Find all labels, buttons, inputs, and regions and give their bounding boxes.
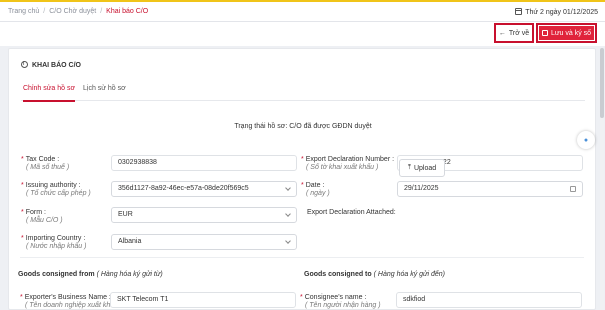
- importing-country-label-text: Importing Country :: [25, 235, 86, 242]
- required-marker: *: [21, 182, 24, 189]
- breadcrumb-separator: /: [100, 8, 103, 15]
- upload-button-label: Upload: [413, 164, 437, 172]
- consignee-name-label: * Consignee's name : ( Tên người nhận hàn…: [300, 294, 381, 310]
- date-text: Thứ 2 ngày 01/12/2025: [525, 9, 598, 16]
- tab-bar: Chỉnh sửa hồ sơ Lịch sử hồ sơ: [21, 83, 585, 102]
- export-declaration-number-label-text: Export Declaration Number :: [305, 156, 395, 163]
- upload-button[interactable]: ⤒ Upload: [399, 159, 445, 177]
- export-declaration-number-label: * Export Declaration Number : ( Số tờ kha…: [301, 156, 394, 172]
- form-type-sublabel: ( Mẫu C/O ): [26, 217, 63, 224]
- date-picker[interactable]: 29/11/2025: [397, 181, 583, 197]
- required-marker: *: [21, 156, 24, 163]
- form-type-value: EUR: [118, 211, 133, 218]
- droplet-icon: ●: [583, 136, 589, 144]
- exporter-name-field[interactable]: SKT Telecom T1: [110, 292, 296, 308]
- required-marker: *: [20, 294, 23, 301]
- required-marker: *: [300, 294, 303, 301]
- calendar-icon: [570, 186, 576, 192]
- exporter-name-label-text: Exporter's Business Name :: [24, 294, 111, 301]
- save-and-sign-button[interactable]: Lưu và ký số: [536, 23, 597, 43]
- back-button-label: Trở về: [508, 29, 530, 37]
- form-type-label-text: Form :: [25, 209, 46, 216]
- issuing-authority-sublabel: ( Tổ chức cấp phép ): [26, 190, 91, 197]
- scrollbar-thumb[interactable]: [600, 48, 604, 118]
- tab-record-history[interactable]: Lịch sử hồ sơ: [83, 85, 126, 92]
- issuing-authority-select[interactable]: 356d1127-8a92-46ec-e57a-08de20f569c5: [111, 181, 297, 197]
- issuing-authority-label: * Issuing authority : ( Tổ chức cấp phép …: [21, 182, 91, 198]
- date-label-text: Date :: [305, 182, 325, 189]
- importing-country-value: Albania: [118, 238, 142, 245]
- goods-from-title: Goods consigned from ( Hàng hóa ký gửi t…: [18, 271, 163, 278]
- current-date: Thứ 2 ngày 01/12/2025: [515, 8, 598, 16]
- consignee-name-field[interactable]: sdkfiod: [396, 292, 582, 308]
- chevron-down-icon: [285, 211, 291, 217]
- export-declaration-number-sublabel: ( Số tờ khai xuất khẩu ): [306, 164, 379, 171]
- breadcrumb-parent[interactable]: C/O Chờ duyệt: [49, 8, 96, 15]
- save-icon: [541, 30, 548, 36]
- goods-to-subtitle: ( Hàng hóa ký gửi đến): [373, 271, 445, 278]
- upload-icon: ⤒: [407, 164, 411, 171]
- header-bar: Trang chủ / C/O Chờ duyệt / Khai báo C/O Thứ…: [0, 2, 605, 22]
- back-button[interactable]: ← Trở về: [494, 23, 534, 43]
- exporter-name-label: * Exporter's Business Name : ( Tên doanh …: [20, 294, 118, 310]
- calendar-icon: [515, 8, 523, 15]
- exporter-name-sublabel: ( Tên doanh nghiệp xuất khẩu: [25, 302, 119, 309]
- issuing-authority-label-text: Issuing authority :: [25, 182, 81, 189]
- goods-to-title-text: Goods consigned to: [304, 271, 372, 278]
- date-label: * Date : ( ngày ): [301, 182, 330, 198]
- assistant-float-button[interactable]: ●: [577, 131, 595, 149]
- date-sublabel: ( ngày ): [306, 190, 330, 197]
- goods-to-title: Goods consigned to ( Hàng hóa ký gửi đến…: [304, 271, 445, 278]
- section-divider: [20, 257, 584, 258]
- info-icon: [21, 61, 28, 68]
- required-marker: *: [301, 156, 304, 163]
- chevron-down-icon: [285, 238, 291, 244]
- date-value: 29/11/2025: [404, 185, 439, 192]
- issuing-authority-value: 356d1127-8a92-46ec-e57a-08de20f569c5: [118, 185, 249, 192]
- goods-from-subtitle: ( Hàng hóa ký gửi từ): [96, 271, 163, 278]
- breadcrumb: Trang chủ / C/O Chờ duyệt / Khai báo C/O: [8, 8, 148, 15]
- section-title-text: KHAI BÁO C/O: [32, 62, 81, 69]
- importing-country-sublabel: ( Nước nhập khẩu ): [26, 243, 87, 250]
- tax-code-sublabel: ( Mã số thuế ): [26, 164, 70, 171]
- tab-edit-record[interactable]: Chỉnh sửa hồ sơ: [23, 85, 76, 102]
- required-marker: *: [21, 235, 24, 242]
- form-type-select[interactable]: EUR: [111, 207, 297, 223]
- consignee-name-label-text: Consignee's name :: [304, 294, 367, 301]
- section-title: KHAI BÁO C/O: [21, 61, 81, 69]
- export-declaration-attached-label: Export Declaration Attached:: [307, 209, 396, 216]
- importing-country-label: * Importing Country : ( Nước nhập khẩu ): [21, 235, 86, 251]
- chevron-down-icon: [285, 185, 291, 191]
- record-status: Trạng thái hồ sơ: C/O đã được GĐDN duyệt: [234, 123, 372, 130]
- form-type-label: * Form : ( Mẫu C/O ): [21, 209, 63, 225]
- arrow-left-icon: ←: [498, 29, 506, 37]
- breadcrumb-current: Khai báo C/O: [106, 8, 149, 15]
- scrollbar[interactable]: [600, 48, 604, 310]
- required-marker: *: [301, 182, 304, 189]
- required-marker: *: [21, 209, 24, 216]
- goods-from-title-text: Goods consigned from: [18, 271, 95, 278]
- tax-code-label: * Tax Code : ( Mã số thuế ): [21, 156, 69, 172]
- tax-code-label-text: Tax Code :: [25, 156, 60, 163]
- importing-country-select[interactable]: Albania: [111, 234, 297, 250]
- consignee-name-sublabel: ( Tên người nhận hàng ): [305, 302, 381, 309]
- save-button-label: Lưu và ký số: [550, 29, 592, 37]
- breadcrumb-separator: /: [43, 8, 46, 15]
- tax-code-field[interactable]: 0302938838: [111, 155, 297, 171]
- breadcrumb-home[interactable]: Trang chủ: [8, 8, 39, 15]
